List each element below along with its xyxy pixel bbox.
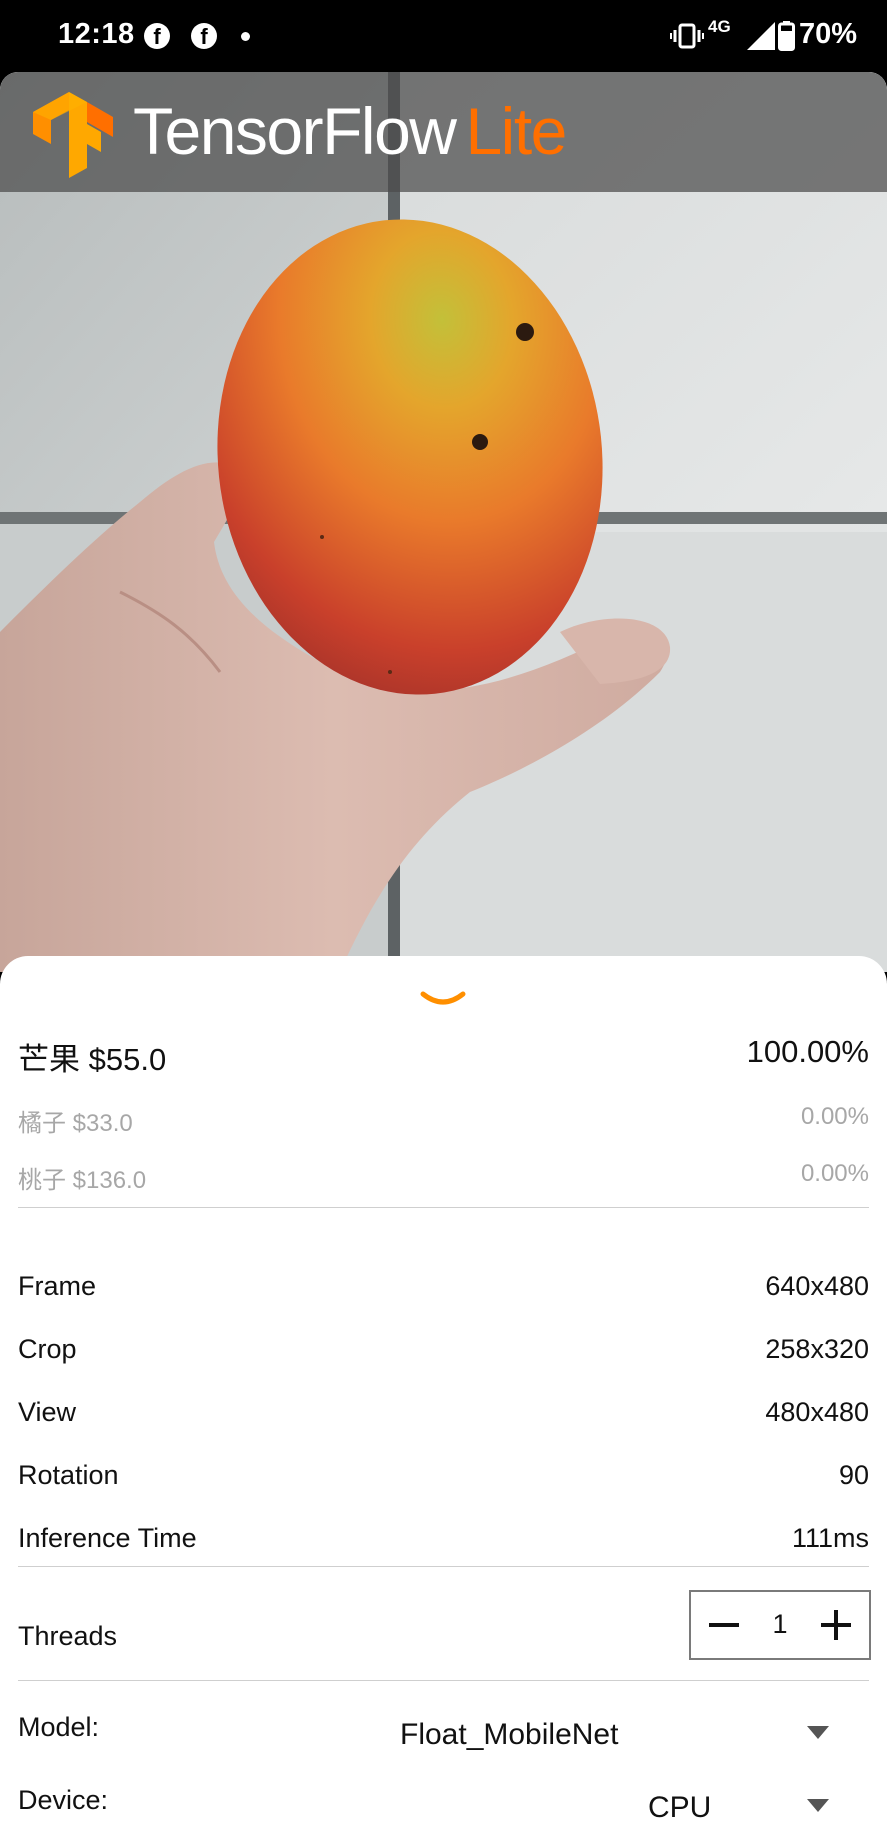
divider bbox=[18, 1680, 869, 1681]
network-type-label: 4G bbox=[708, 17, 731, 36]
status-time: 12:18 bbox=[58, 18, 135, 50]
info-value: 258x320 bbox=[765, 1334, 869, 1364]
info-label: Frame bbox=[18, 1271, 97, 1301]
threads-stepper: 1 bbox=[689, 1590, 871, 1660]
info-label: Rotation bbox=[18, 1460, 119, 1490]
brand-accent-text: Lite bbox=[465, 94, 567, 168]
facebook-notification-icon: f bbox=[191, 23, 217, 49]
divider bbox=[18, 1566, 869, 1567]
result-score: 0.00% bbox=[800, 1103, 869, 1130]
minus-icon[interactable] bbox=[709, 1610, 739, 1640]
signal-strength-icon bbox=[747, 22, 775, 50]
dropdown-arrow-icon[interactable] bbox=[807, 1726, 829, 1740]
camera-scene bbox=[0, 72, 887, 972]
info-label: View bbox=[18, 1397, 77, 1427]
brand-main-text: TensorFlow bbox=[133, 94, 457, 168]
model-label: Model: bbox=[18, 1712, 100, 1742]
vibrate-icon bbox=[670, 23, 704, 49]
info-value: 90 bbox=[838, 1460, 869, 1490]
result-score: 0.00% bbox=[800, 1160, 869, 1187]
threads-label: Threads bbox=[18, 1621, 118, 1651]
info-value: 640x480 bbox=[765, 1271, 869, 1301]
camera-preview bbox=[0, 72, 887, 972]
app-title: TensorFlow Lite bbox=[133, 98, 567, 164]
device-dropdown[interactable]: CPU bbox=[648, 1791, 711, 1825]
threads-value: 1 bbox=[772, 1609, 788, 1639]
battery-percentage: 70% bbox=[799, 18, 858, 50]
divider bbox=[18, 1207, 869, 1208]
more-notifications-dot-icon bbox=[241, 32, 250, 41]
device-label: Device: bbox=[18, 1785, 109, 1815]
bottom-sheet[interactable]: 芒果 $55.0 100.00% 橘子 $33.0 0.00% 桃子 $136.… bbox=[0, 956, 887, 1845]
model-dropdown[interactable]: Float_MobileNet bbox=[400, 1718, 618, 1752]
info-label: Crop bbox=[18, 1334, 77, 1364]
result-label: 芒果 $55.0 bbox=[18, 1042, 167, 1077]
facebook-notification-icon: f bbox=[144, 23, 170, 49]
plus-icon[interactable] bbox=[821, 1610, 851, 1640]
dropdown-arrow-icon[interactable] bbox=[807, 1799, 829, 1813]
info-value: 480x480 bbox=[765, 1397, 869, 1427]
info-label: Inference Time bbox=[18, 1523, 197, 1553]
tensorflow-logo-icon bbox=[33, 92, 113, 178]
info-value: 111ms bbox=[791, 1523, 869, 1553]
result-label: 桃子 $136.0 bbox=[18, 1167, 147, 1194]
result-score: 100.00% bbox=[746, 1034, 869, 1069]
result-label: 橘子 $33.0 bbox=[18, 1110, 133, 1137]
battery-icon bbox=[778, 21, 795, 51]
chevron-down-icon[interactable] bbox=[420, 990, 466, 1010]
app-toolbar: TensorFlow Lite bbox=[0, 72, 887, 192]
status-bar: 12:18 f f 4G 70% bbox=[0, 0, 887, 72]
